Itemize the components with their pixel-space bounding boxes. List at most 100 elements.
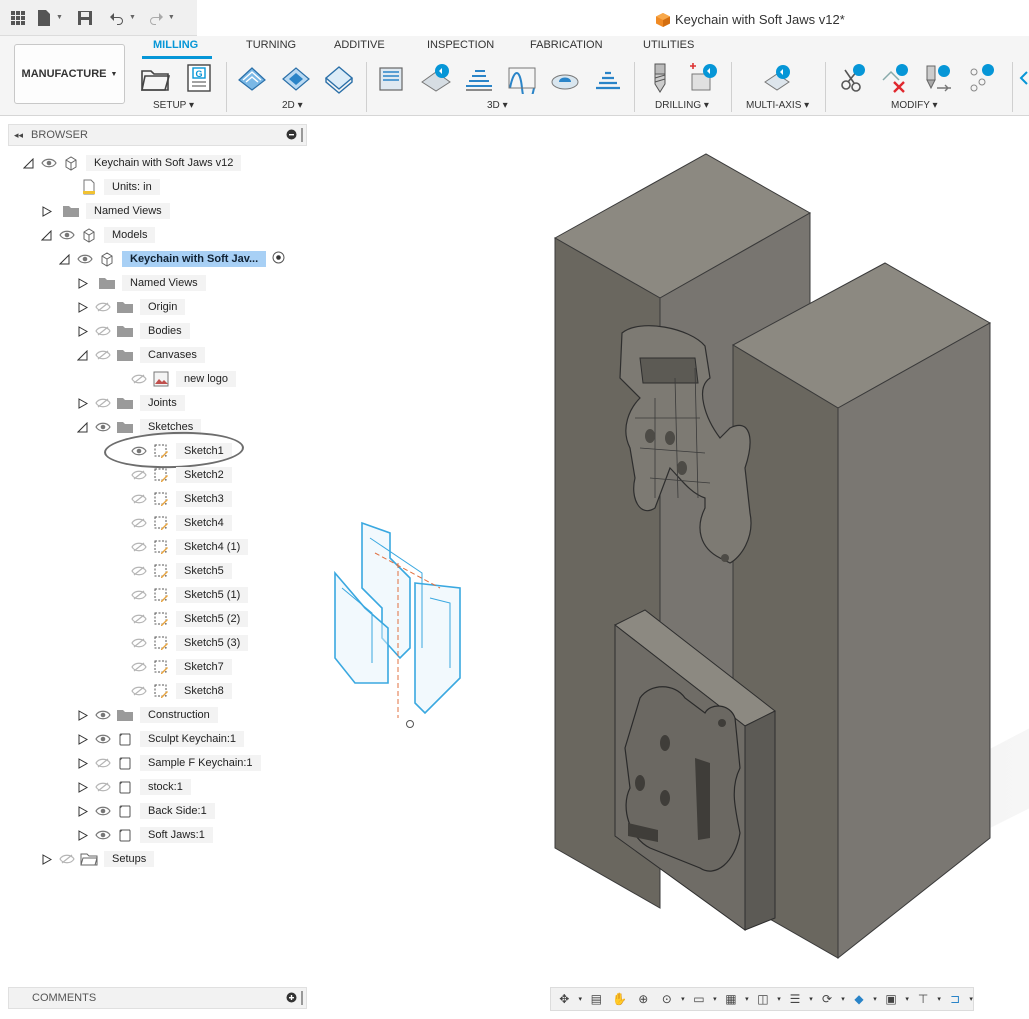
group-multi-axis[interactable]: MULTI-AXIS ▾ xyxy=(746,100,809,111)
browser-tree-row[interactable]: Canvases xyxy=(76,345,205,365)
browser-tree-row[interactable]: Named Views xyxy=(76,273,206,293)
sample-f-keychain-part[interactable] xyxy=(624,686,741,872)
expand-closed-icon[interactable] xyxy=(76,805,88,817)
hole-recognition-icon[interactable] xyxy=(688,62,720,94)
look-at-icon[interactable]: ▤ xyxy=(587,990,606,1008)
hidden-eye-icon[interactable] xyxy=(130,636,148,650)
visibility-eye-icon[interactable] xyxy=(94,828,112,842)
file-icon[interactable] xyxy=(34,8,54,28)
effects-icon[interactable]: ◆ xyxy=(850,990,869,1008)
pocket-clearing-icon[interactable] xyxy=(420,62,452,94)
expand-closed-icon[interactable] xyxy=(40,205,52,217)
tab-additive[interactable]: ADDITIVE xyxy=(334,39,385,51)
hidden-eye-icon[interactable] xyxy=(130,492,148,506)
viewports-icon[interactable]: ◫ xyxy=(754,990,773,1008)
hidden-eye-icon[interactable] xyxy=(130,468,148,482)
pan-icon[interactable]: ✋ xyxy=(611,990,630,1008)
expand-closed-icon[interactable] xyxy=(76,301,88,313)
browser-tree-row[interactable]: new logo xyxy=(112,369,237,389)
browser-tree-row[interactable]: Sketch5 (3) xyxy=(112,633,249,653)
delete-toolpath-icon[interactable] xyxy=(880,62,912,94)
hidden-eye-icon[interactable] xyxy=(130,660,148,674)
hidden-eye-icon[interactable] xyxy=(130,516,148,530)
expand-open-icon[interactable] xyxy=(58,253,70,265)
tab-milling[interactable]: MILLING xyxy=(153,39,198,51)
model-canvas[interactable] xyxy=(310,118,1029,984)
3d-viewport[interactable] xyxy=(310,118,1029,984)
3d-adaptive-icon[interactable] xyxy=(376,62,408,94)
expand-closed-icon[interactable] xyxy=(76,733,88,745)
trim-icon[interactable] xyxy=(837,62,869,94)
undo-icon[interactable] xyxy=(107,8,127,28)
group-3d[interactable]: 3D ▾ xyxy=(487,100,508,111)
multi-axis-icon[interactable] xyxy=(762,62,794,94)
new-setup-icon[interactable] xyxy=(139,62,171,94)
grid-menu-icon[interactable] xyxy=(8,8,28,28)
hidden-eye-icon[interactable] xyxy=(130,372,148,386)
visibility-eye-icon[interactable] xyxy=(94,708,112,722)
collapse-browser-icon[interactable]: ◂◂ xyxy=(14,130,23,141)
save-icon[interactable] xyxy=(75,8,95,28)
expand-closed-icon[interactable] xyxy=(76,757,88,769)
browser-tree-row[interactable]: Origin xyxy=(76,297,186,317)
group-setup[interactable]: SETUP ▾ xyxy=(153,100,194,111)
comments-resize-grip[interactable] xyxy=(301,991,303,1005)
visibility-eye-icon[interactable] xyxy=(76,252,94,266)
ribbon-overflow-icon[interactable] xyxy=(1017,62,1029,94)
browser-tree-row[interactable]: Sketch8 xyxy=(112,681,232,701)
group-modify[interactable]: MODIFY ▾ xyxy=(891,100,938,111)
group-drilling[interactable]: DRILLING ▾ xyxy=(655,100,709,111)
post-process-icon[interactable]: G xyxy=(183,62,215,94)
expand-closed-icon[interactable] xyxy=(76,709,88,721)
browser-tree-row[interactable]: stock:1 xyxy=(76,777,191,797)
browser-minimize-icon[interactable] xyxy=(286,129,297,143)
display-settings-icon[interactable]: ▭ xyxy=(690,990,709,1008)
activate-component-radio-icon[interactable] xyxy=(272,251,285,267)
expand-closed-icon[interactable] xyxy=(76,397,88,409)
hidden-eye-icon[interactable] xyxy=(94,300,112,314)
fit-icon[interactable]: ⊙ xyxy=(658,990,677,1008)
browser-tree-row[interactable]: Sketch2 xyxy=(112,465,232,485)
hidden-eye-icon[interactable] xyxy=(130,684,148,698)
browser-tree-row[interactable]: Setups xyxy=(40,849,155,869)
browser-tree-row[interactable]: Sketch3 xyxy=(112,489,232,509)
expand-closed-icon[interactable] xyxy=(76,325,88,337)
show-icon[interactable]: ⊐ xyxy=(946,990,965,1008)
tab-utilities[interactable]: UTILITIES xyxy=(643,39,694,51)
hidden-eye-icon[interactable] xyxy=(94,396,112,410)
pattern-icon[interactable] xyxy=(966,62,998,94)
browser-tree-row[interactable]: Sketch5 (1) xyxy=(112,585,249,605)
tool-modify-icon[interactable] xyxy=(923,62,955,94)
parallel-icon[interactable] xyxy=(506,62,538,94)
expand-open-icon[interactable] xyxy=(40,229,52,241)
hidden-eye-icon[interactable] xyxy=(130,588,148,602)
tab-inspection[interactable]: INSPECTION xyxy=(427,39,494,51)
hidden-eye-icon[interactable] xyxy=(130,612,148,626)
browser-resize-grip[interactable] xyxy=(301,128,303,142)
expand-closed-icon[interactable] xyxy=(76,277,88,289)
tab-turning[interactable]: TURNING xyxy=(246,39,296,51)
redo-icon[interactable] xyxy=(146,8,166,28)
2d-pocket-icon[interactable] xyxy=(280,62,312,94)
section-icon[interactable]: ▣ xyxy=(882,990,901,1008)
contour-icon[interactable] xyxy=(592,62,624,94)
visibility-eye-icon[interactable] xyxy=(94,732,112,746)
grid-icon[interactable]: ▦ xyxy=(722,990,741,1008)
zoom-icon[interactable]: ⊕ xyxy=(634,990,653,1008)
spiral-icon[interactable] xyxy=(549,62,581,94)
face-icon[interactable] xyxy=(323,62,355,94)
browser-tree-row[interactable]: Sample F Keychain:1 xyxy=(76,753,261,773)
expand-closed-icon[interactable] xyxy=(76,781,88,793)
add-comment-icon[interactable] xyxy=(286,992,297,1006)
undo-dropdown-caret-icon[interactable]: ▼ xyxy=(129,14,136,21)
browser-tree-row[interactable]: Sketch4 (1) xyxy=(112,537,249,557)
hidden-eye-icon[interactable] xyxy=(94,756,112,770)
visibility-eye-icon[interactable] xyxy=(94,420,112,434)
hidden-eye-icon[interactable] xyxy=(94,348,112,362)
expand-open-icon[interactable] xyxy=(76,349,88,361)
steep-and-shallow-icon[interactable] xyxy=(463,62,495,94)
visibility-eye-icon[interactable] xyxy=(58,228,76,242)
sketch1-logo-overlay[interactable] xyxy=(334,521,461,728)
expand-closed-icon[interactable] xyxy=(76,829,88,841)
orbit-type-icon[interactable]: ⟳ xyxy=(818,990,837,1008)
